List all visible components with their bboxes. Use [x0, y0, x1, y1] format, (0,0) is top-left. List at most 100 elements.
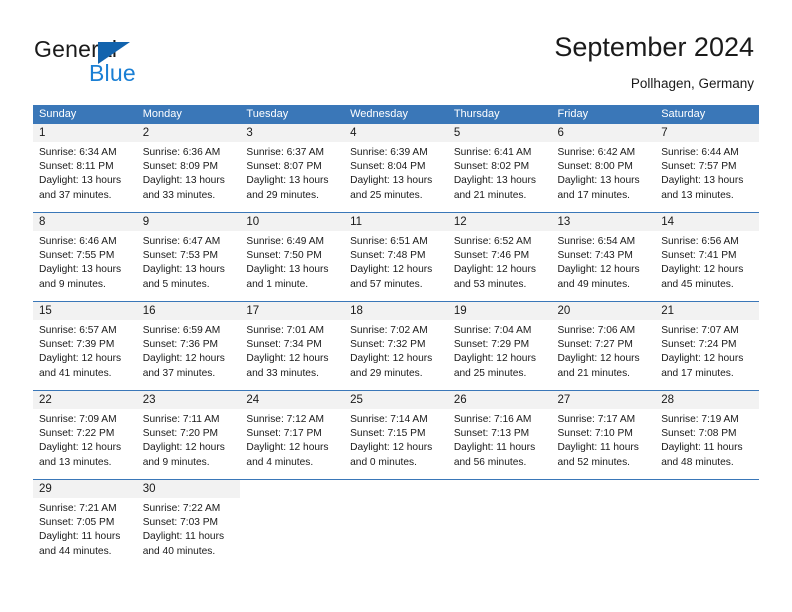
day-details: Sunrise: 6:36 AM Sunset: 8:09 PM Daylight:…: [137, 142, 241, 203]
calendar-day-cell[interactable]: 19 Sunrise: 7:04 AM Sunset: 7:29 PM Dayligh…: [447, 302, 552, 390]
daylight-text-line2: and 33 minutes.: [246, 367, 319, 379]
calendar-day-cell[interactable]: 28 Sunrise: 7:19 AM Sunset: 7:08 PM Dayligh…: [655, 391, 759, 479]
sunrise-text: Sunrise: 6:44 AM: [661, 147, 739, 158]
daylight-text-line1: Daylight: 12 hours: [350, 264, 433, 276]
day-number: 20: [557, 305, 571, 317]
daylight-text-line1: Daylight: 13 hours: [246, 264, 329, 276]
calendar-day-cell[interactable]: 9 Sunrise: 6:47 AM Sunset: 7:53 PM Daylight…: [136, 213, 241, 301]
calendar-day-cell[interactable]: 26 Sunrise: 7:16 AM Sunset: 7:13 PM Dayligh…: [447, 391, 552, 479]
daylight-text-line1: Daylight: 11 hours: [557, 442, 639, 454]
calendar-day-cell[interactable]: 5 Sunrise: 6:41 AM Sunset: 8:02 PM Daylight…: [447, 124, 552, 212]
daylight-text-line2: and 53 minutes.: [453, 278, 527, 290]
daylight-text-line2: and 29 minutes.: [246, 189, 319, 201]
day-details: Sunrise: 6:44 AM Sunset: 7:57 PM Daylight:…: [655, 142, 759, 203]
daylight-text-line1: Daylight: 12 hours: [350, 442, 433, 454]
day-number: 29: [39, 483, 52, 495]
calendar-day-cell[interactable]: 20 Sunrise: 7:06 AM Sunset: 7:27 PM Dayligh…: [551, 302, 656, 390]
page-header: General Blue September 2024 Pollhagen, G…: [0, 0, 792, 100]
calendar-day-cell[interactable]: 2 Sunrise: 6:36 AM Sunset: 8:09 PM Daylight…: [136, 124, 241, 212]
daylight-text-line2: and 56 minutes.: [453, 456, 527, 468]
daylight-text-line1: Daylight: 12 hours: [661, 353, 744, 365]
day-details: Sunrise: 7:02 AM Sunset: 7:32 PM Daylight:…: [344, 320, 448, 381]
day-number-banner: 10: [240, 213, 345, 231]
day-number: 5: [453, 127, 461, 139]
calendar-day-cell[interactable]: 12 Sunrise: 6:52 AM Sunset: 7:46 PM Dayligh…: [447, 213, 552, 301]
sunrise-text: Sunrise: 6:46 AM: [39, 236, 117, 247]
day-number: 3: [246, 127, 253, 139]
calendar-grid: Sunday Monday Tuesday Wednesday Thursday…: [33, 105, 759, 568]
calendar-day-cell[interactable]: 13 Sunrise: 6:54 AM Sunset: 7:43 PM Dayligh…: [551, 213, 656, 301]
daylight-text-line2: and 37 minutes.: [142, 367, 216, 379]
daylight-text-line2: and 25 minutes.: [350, 189, 423, 201]
sunrise-text: Sunrise: 7:21 AM: [39, 503, 117, 514]
daylight-text-line2: and 1 minute.: [246, 278, 309, 290]
day-number-banner: 22: [33, 391, 137, 409]
daylight-text-line1: Daylight: 12 hours: [350, 353, 433, 365]
calendar-day-cell[interactable]: 1 Sunrise: 6:34 AM Sunset: 8:11 PM Daylight…: [33, 124, 137, 212]
sunrise-text: Sunrise: 6:57 AM: [39, 325, 117, 336]
daylight-text-line1: Daylight: 12 hours: [453, 264, 536, 276]
page-title: September 2024: [554, 32, 754, 62]
calendar-day-cell[interactable]: 6 Sunrise: 6:42 AM Sunset: 8:00 PM Daylight…: [551, 124, 656, 212]
day-number: 2: [142, 127, 150, 139]
calendar-day-cell[interactable]: 18 Sunrise: 7:02 AM Sunset: 7:32 PM Dayligh…: [344, 302, 448, 390]
sunrise-text: Sunrise: 7:07 AM: [661, 325, 739, 336]
day-number: 25: [350, 394, 363, 406]
calendar-week-row: 1 Sunrise: 6:34 AM Sunset: 8:11 PM Daylight…: [33, 124, 759, 212]
daylight-text-line1: Daylight: 12 hours: [142, 442, 225, 454]
calendar-day-cell[interactable]: 23 Sunrise: 7:11 AM Sunset: 7:20 PM Dayligh…: [136, 391, 241, 479]
sunset-text: Sunset: 7:20 PM: [142, 428, 219, 440]
sunset-text: Sunset: 7:43 PM: [557, 250, 633, 262]
calendar-day-cell[interactable]: 21 Sunrise: 7:07 AM Sunset: 7:24 PM Dayligh…: [655, 302, 759, 390]
calendar-day-cell[interactable]: 27 Sunrise: 7:17 AM Sunset: 7:10 PM Dayligh…: [551, 391, 656, 479]
calendar-day-cell[interactable]: 17 Sunrise: 7:01 AM Sunset: 7:34 PM Dayligh…: [240, 302, 345, 390]
general-blue-logo[interactable]: General Blue: [34, 36, 214, 88]
calendar-day-cell[interactable]: 16 Sunrise: 6:59 AM Sunset: 7:36 PM Dayligh…: [136, 302, 241, 390]
day-number-banner: 28: [655, 391, 759, 409]
day-number-banner: 30: [136, 480, 241, 498]
calendar-day-cell[interactable]: 8 Sunrise: 6:46 AM Sunset: 7:55 PM Daylight…: [33, 213, 137, 301]
day-number-banner: 9: [136, 213, 241, 231]
day-number: 8: [39, 216, 46, 228]
calendar-day-cell[interactable]: 30 Sunrise: 7:22 AM Sunset: 7:03 PM Dayligh…: [136, 480, 241, 568]
sunrise-text: Sunrise: 6:59 AM: [142, 325, 221, 336]
calendar-day-cell[interactable]: 22 Sunrise: 7:09 AM Sunset: 7:22 PM Dayligh…: [33, 391, 137, 479]
calendar-day-cell[interactable]: 11 Sunrise: 6:51 AM Sunset: 7:48 PM Dayligh…: [344, 213, 448, 301]
calendar-day-cell[interactable]: 29 Sunrise: 7:21 AM Sunset: 7:05 PM Dayligh…: [33, 480, 137, 568]
day-number-banner: 24: [240, 391, 345, 409]
calendar-empty-cell: [551, 480, 656, 568]
day-number-banner: 26: [447, 391, 552, 409]
calendar-day-cell[interactable]: 25 Sunrise: 7:14 AM Sunset: 7:15 PM Dayligh…: [344, 391, 448, 479]
sunrise-text: Sunrise: 7:06 AM: [557, 325, 636, 336]
calendar-day-cell[interactable]: 24 Sunrise: 7:12 AM Sunset: 7:17 PM Dayligh…: [240, 391, 345, 479]
day-number: 14: [661, 216, 675, 228]
daylight-text-line1: Daylight: 13 hours: [453, 175, 536, 187]
day-details: Sunrise: 6:47 AM Sunset: 7:53 PM Daylight:…: [137, 231, 241, 292]
daylight-text-line1: Daylight: 13 hours: [39, 175, 122, 187]
day-number-banner: 18: [344, 302, 448, 320]
calendar-day-cell[interactable]: 10 Sunrise: 6:49 AM Sunset: 7:50 PM Dayligh…: [240, 213, 345, 301]
calendar-day-cell[interactable]: 15 Sunrise: 6:57 AM Sunset: 7:39 PM Dayligh…: [33, 302, 137, 390]
calendar-day-cell[interactable]: 14 Sunrise: 6:56 AM Sunset: 7:41 PM Dayligh…: [655, 213, 759, 301]
day-number: 13: [557, 216, 571, 228]
day-details: Sunrise: 7:22 AM Sunset: 7:03 PM Daylight:…: [137, 498, 241, 559]
day-number: 28: [661, 394, 675, 406]
day-number: 26: [453, 394, 467, 406]
calendar-day-cell[interactable]: 3 Sunrise: 6:37 AM Sunset: 8:07 PM Daylight…: [240, 124, 345, 212]
sunrise-text: Sunrise: 7:09 AM: [39, 414, 117, 425]
sunset-text: Sunset: 7:29 PM: [453, 339, 530, 351]
weekday-header-row: Sunday Monday Tuesday Wednesday Thursday…: [33, 105, 759, 124]
daylight-text-line1: Daylight: 11 hours: [661, 442, 743, 454]
daylight-text-line2: and 21 minutes.: [453, 189, 527, 201]
calendar-day-cell[interactable]: 4 Sunrise: 6:39 AM Sunset: 8:04 PM Daylight…: [344, 124, 448, 212]
day-details: Sunrise: 7:01 AM Sunset: 7:34 PM Daylight:…: [240, 320, 344, 381]
weekday-header-friday: Friday: [557, 108, 589, 120]
sunrise-text: Sunrise: 6:36 AM: [142, 147, 221, 158]
day-number: 6: [557, 127, 564, 139]
calendar-day-cell[interactable]: 7 Sunrise: 6:44 AM Sunset: 7:57 PM Daylight…: [655, 124, 759, 212]
day-number: 4: [350, 127, 357, 139]
daylight-text-line1: Daylight: 13 hours: [142, 264, 225, 276]
sunset-text: Sunset: 7:27 PM: [557, 339, 633, 351]
sunset-text: Sunset: 7:48 PM: [350, 250, 426, 262]
location-subtitle: Pollhagen, Germany: [630, 76, 754, 91]
